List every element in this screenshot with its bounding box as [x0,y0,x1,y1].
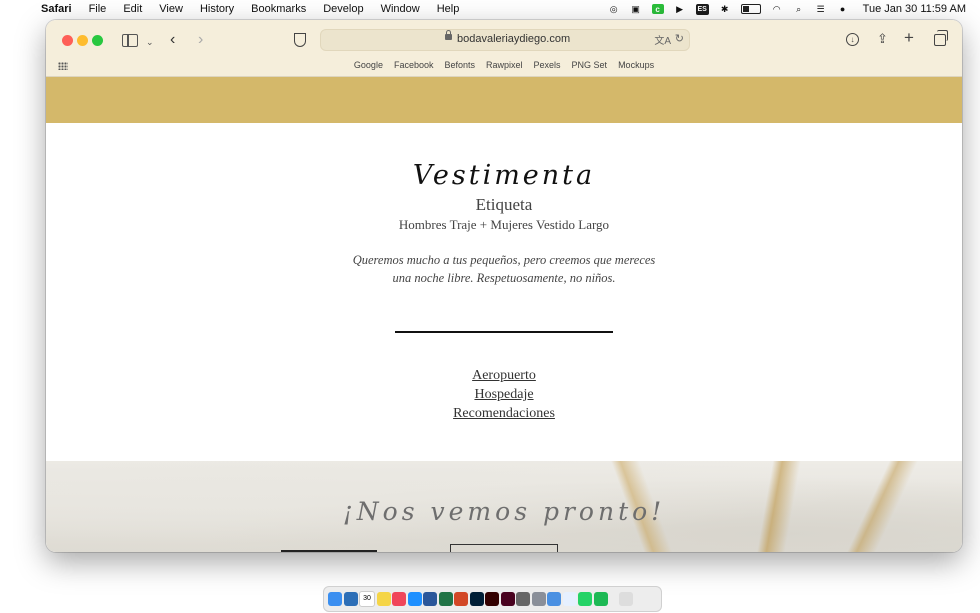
favorite-rawpixel[interactable]: Rawpixel [486,60,523,70]
favorite-png-set[interactable]: PNG Set [572,60,608,70]
clipboard-app-icon[interactable]: c [651,4,664,14]
footer-button[interactable] [450,544,558,552]
launchpad-icon[interactable] [343,592,358,606]
toolbar: ⌄ ‹ › bodavaleriaydiego.com 文A ↻ ↓ ⇪ + G… [46,20,962,77]
safari-window: ⌄ ‹ › bodavaleriaydiego.com 文A ↻ ↓ ⇪ + G… [46,20,962,552]
favorite-pexels[interactable]: Pexels [534,60,561,70]
control-center-icon[interactable]: ☰ [815,4,827,14]
close-window-button[interactable] [62,35,73,46]
menu-develop[interactable]: Develop [323,3,363,15]
status-tray: ◎ ▣ c ▶ ES ✱ ◠ ⌕ ☰ ● Tue Jan 30 11:59 AM [608,0,966,18]
favorite-facebook[interactable]: Facebook [394,60,434,70]
new-tab-icon[interactable]: + [904,28,914,48]
header-band [46,77,962,123]
dock: 30 [323,586,662,612]
page-title: Vestimenta [412,160,596,191]
lock-icon [445,30,452,40]
favorite-google[interactable]: Google [354,60,383,70]
downloads-icon[interactable]: ↓ [846,33,859,46]
menu-help[interactable]: Help [437,3,460,15]
privacy-shield-icon[interactable] [294,33,306,47]
finder-icon[interactable] [328,592,342,606]
url-text[interactable]: bodavaleriaydiego.com [457,33,570,45]
menu-file[interactable]: File [89,3,107,15]
spotify-icon[interactable] [593,592,608,606]
music-icon[interactable] [392,592,406,606]
siri-icon[interactable]: ● [837,4,849,14]
notes-icon[interactable] [376,592,391,606]
menu-app-name[interactable]: Safari [41,3,72,15]
tab-overview-icon[interactable] [934,30,948,46]
chevron-down-icon[interactable]: ⌄ [146,33,154,51]
dress-code-text: Hombres Traje + Mujeres Vestido Largo [398,217,610,232]
app-store-icon[interactable] [407,592,422,606]
favorites-bar: Google Facebook Befonts Rawpixel Pexels … [46,60,962,70]
menu-bar: Safari File Edit View History Bookmarks … [0,0,980,18]
excel-icon[interactable] [438,592,453,606]
menu-bookmarks[interactable]: Bookmarks [251,3,306,15]
no-kids-note: Queremos mucho a tus pequeños, pero cree… [352,253,656,285]
word-icon[interactable] [423,592,437,606]
menu-history[interactable]: History [200,3,234,15]
share-icon[interactable]: ⇪ [877,31,888,47]
whatsapp-icon[interactable] [578,592,592,606]
trash-icon[interactable] [619,592,633,606]
reload-icon[interactable]: ↻ [675,32,684,45]
photoshop-icon[interactable] [469,592,484,606]
menu-window[interactable]: Window [381,3,420,15]
indesign-icon[interactable] [500,592,515,606]
link-aeropuerto[interactable]: Aeropuerto [46,366,962,385]
link-hospedaje[interactable]: Hospedaje [46,385,962,404]
footer-heading: ¡Nos vemos pronto! [342,497,666,526]
web-page: Vestimenta Etiqueta Hombres Traje + Muje… [46,77,962,552]
menu-edit[interactable]: Edit [123,3,142,15]
back-icon[interactable]: ‹ [170,31,175,49]
safari-icon[interactable] [547,592,561,606]
calendar-icon[interactable]: 30 [359,591,375,607]
minimize-window-button[interactable] [77,35,88,46]
divider [395,331,613,333]
menu-view[interactable]: View [159,3,183,15]
sidebar-icon[interactable] [122,34,138,47]
input-source-icon[interactable]: ES [695,3,709,15]
cleaner-icon[interactable] [562,592,577,606]
disk-utility-icon[interactable] [531,592,546,606]
powerpoint-icon[interactable] [454,592,468,606]
play-icon[interactable]: ▶ [674,4,686,14]
link-recomendaciones[interactable]: Recomendaciones [46,404,962,423]
translate-icon[interactable]: 文A [654,32,671,47]
menu-clock[interactable]: Tue Jan 30 11:59 AM [863,3,966,15]
favorite-befonts[interactable]: Befonts [444,60,475,70]
zoom-window-button[interactable] [92,35,103,46]
battery-icon[interactable] [740,4,761,14]
settings-icon[interactable] [516,592,530,606]
wifi-icon[interactable]: ◠ [771,4,783,14]
favorite-mockups[interactable]: Mockups [618,60,654,70]
photo-thumbnail [281,550,377,552]
creative-cloud-icon[interactable]: ◎ [608,4,620,14]
forward-icon[interactable]: › [198,31,203,49]
address-bar[interactable]: bodavaleriaydiego.com 文A ↻ [320,29,690,51]
search-icon[interactable]: ⌕ [793,4,805,14]
display-icon[interactable]: ▣ [630,4,642,14]
bluetooth-icon[interactable]: ✱ [719,4,731,14]
illustrator-icon[interactable] [485,592,499,606]
dress-code-heading: Etiqueta [475,195,533,214]
info-links: Aeropuerto Hospedaje Recomendaciones [46,366,962,423]
